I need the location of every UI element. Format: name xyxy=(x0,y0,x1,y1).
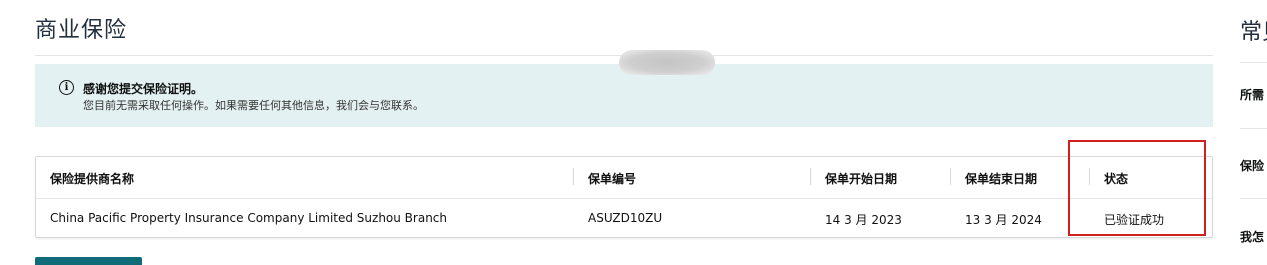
header-separator xyxy=(573,168,574,185)
cell-start-date: 14 3 月 2023 xyxy=(825,213,902,227)
cell-end-date: 13 3 月 2024 xyxy=(965,213,1042,227)
table-header: 保险提供商名称 保单编号 保单开始日期 保单结束日期 状态 xyxy=(36,157,1212,199)
alert-title: 感谢您提交保险证明。 xyxy=(83,82,204,96)
cell-provider: China Pacific Property Insurance Company… xyxy=(50,211,448,225)
sidebar-divider xyxy=(1240,62,1267,63)
sidebar-divider xyxy=(1240,128,1267,129)
sidebar-panel: 常见 所需 保险 我怎 xyxy=(1240,0,1267,261)
header-separator xyxy=(810,168,811,185)
header-provider: 保险提供商名称 xyxy=(50,172,135,186)
page-title: 商业保险 xyxy=(35,18,128,43)
insurance-table: 保险提供商名称 保单编号 保单开始日期 保单结束日期 状态 China Paci… xyxy=(35,156,1213,238)
header-policy-number: 保单编号 xyxy=(588,172,637,186)
info-alert: i 感谢您提交保险证明。 您目前无需采取任何操作。如果需要任何其他信息，我们会与… xyxy=(35,64,1213,127)
sidebar-divider xyxy=(1240,198,1267,199)
header-end-date: 保单结束日期 xyxy=(965,172,1038,186)
cell-policy-number: ASUZD10ZU xyxy=(588,211,663,225)
sidebar-item[interactable]: 保险 xyxy=(1240,157,1264,174)
header-start-date: 保单开始日期 xyxy=(825,172,898,186)
header-separator xyxy=(950,168,951,185)
sidebar-title: 常见 xyxy=(1240,20,1267,45)
alert-body: 您目前无需采取任何操作。如果需要任何其他信息，我们会与您联系。 xyxy=(83,99,424,112)
status-highlight-box xyxy=(1068,140,1206,236)
sidebar-item[interactable]: 我怎 xyxy=(1240,228,1264,245)
info-icon: i xyxy=(59,80,74,95)
redaction-blur xyxy=(619,50,715,75)
sidebar-item[interactable]: 所需 xyxy=(1240,86,1264,103)
primary-action-button[interactable] xyxy=(35,257,142,265)
